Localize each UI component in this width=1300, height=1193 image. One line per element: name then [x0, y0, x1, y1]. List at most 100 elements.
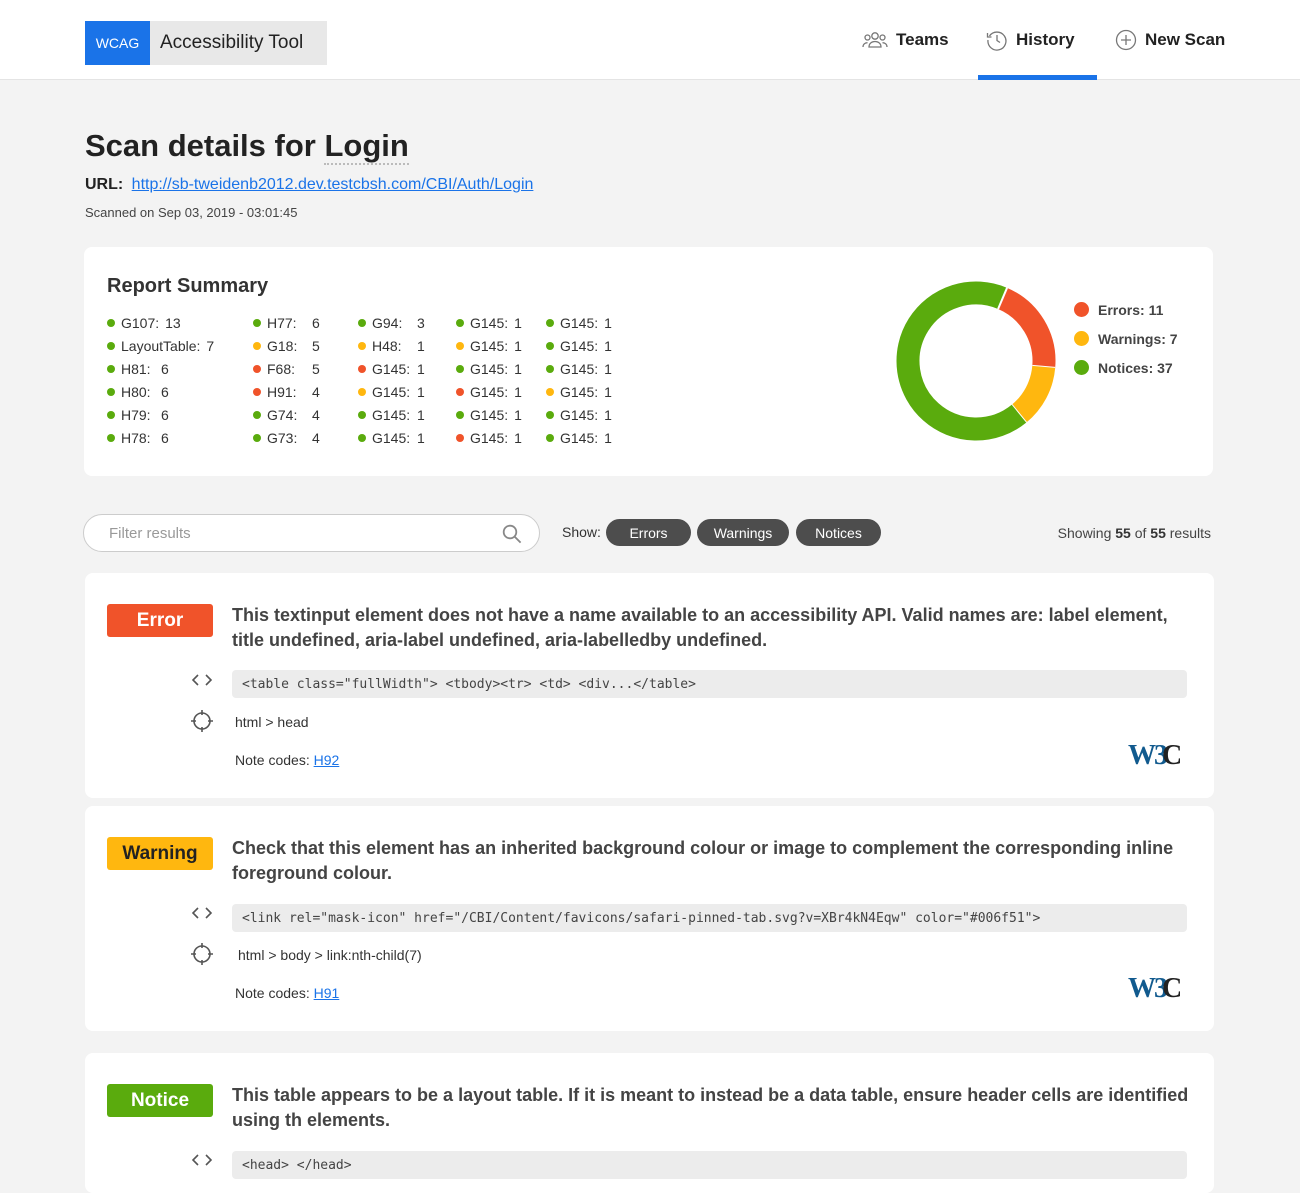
status-dot [546, 318, 554, 327]
summary-item: G145: 1 [546, 357, 612, 380]
issue-card: Notice This table appears to be a layout… [85, 1053, 1214, 1193]
status-dot [107, 341, 115, 350]
donut-legend: Errors: 11 Warnings: 7 Notices: 37 [1074, 295, 1178, 382]
filter-notices-pill[interactable]: Notices [796, 519, 881, 546]
code-snippet: <table class="fullWidth"> <tbody><tr> <t… [232, 670, 1187, 698]
status-dot [546, 410, 554, 419]
summary-count: 1 [417, 406, 425, 423]
summary-code: H79: [121, 406, 151, 423]
summary-item: G73: 4 [253, 426, 320, 449]
brand-name: Accessibility Tool [150, 21, 327, 65]
status-dot [253, 410, 261, 419]
scanned-url-link[interactable]: http://sb-tweidenb2012.dev.testcbsh.com/… [132, 176, 534, 193]
summary-count: 5 [312, 360, 320, 377]
summary-item: G145: 1 [358, 357, 425, 380]
status-dot [253, 433, 261, 442]
summary-count: 1 [514, 314, 522, 331]
status-dot [253, 387, 261, 396]
status-dot [107, 387, 115, 396]
code-icon [191, 907, 213, 919]
severity-badge-error: Error [107, 604, 213, 637]
note-codes: Note codes: H91 [235, 985, 339, 1001]
summary-column: G107: 13 LayoutTable: 7 H81: 6 H80: 6 H79: 6 H78: 6 [107, 311, 214, 449]
issue-card: Warning Check that this element has an i… [85, 806, 1214, 1031]
summary-count: 4 [312, 429, 320, 446]
legend-notices: Notices: 37 [1074, 353, 1178, 382]
note-codes: Note codes: H92 [235, 752, 339, 768]
summary-code: G73: [267, 429, 298, 446]
nav-teams[interactable]: Teams [862, 0, 949, 80]
summary-count: 6 [161, 383, 169, 400]
nav-history[interactable]: History [978, 0, 1097, 80]
url-label: URL: [85, 176, 124, 193]
summary-count: 1 [604, 337, 612, 354]
brand-logo[interactable]: WCAG Accessibility Tool [85, 21, 327, 65]
summary-item: G18: 5 [253, 334, 320, 357]
note-codes-label: Note codes: [235, 752, 310, 768]
filter-warnings-pill[interactable]: Warnings [697, 519, 789, 546]
summary-code: G145: [470, 406, 509, 423]
results-total: 55 [1150, 525, 1166, 541]
summary-item: F68: 5 [253, 357, 320, 380]
summary-donut-chart [896, 281, 1056, 441]
summary-count: 1 [417, 360, 425, 377]
summary-count: 1 [514, 383, 522, 400]
summary-column: H77: 6 G18: 5 F68: 5 H91: 4 G74: 4 G73: 4 [253, 311, 320, 449]
issue-message: Check that this element has an inherited… [232, 838, 1174, 883]
status-dot [107, 433, 115, 442]
summary-code: G145: [372, 360, 411, 377]
severity-badge-warning: Warning [107, 837, 213, 870]
note-code-link[interactable]: H91 [314, 985, 340, 1001]
summary-code: G145: [560, 314, 599, 331]
summary-item: G94: 3 [358, 311, 425, 334]
status-dot [456, 410, 464, 419]
filter-input[interactable] [107, 515, 487, 551]
summary-item: G145: 1 [358, 426, 425, 449]
nav-new-scan[interactable]: New Scan [1115, 0, 1225, 80]
status-dot [456, 318, 464, 327]
summary-code: G145: [470, 383, 509, 400]
issue-message: This textinput element does not have a n… [232, 605, 1168, 650]
summary-count: 4 [312, 383, 320, 400]
code-icon [191, 674, 213, 686]
summary-column: G94: 3 H48: 1 G145: 1 G145: 1 G145: 1 G145: 1 [358, 311, 425, 449]
summary-item: G145: 1 [456, 334, 522, 357]
status-dot [546, 364, 554, 373]
search-icon[interactable] [502, 524, 522, 544]
donut-slice-notice [896, 281, 1027, 441]
legend-errors-label: Errors: 11 [1098, 301, 1164, 318]
nav-new-scan-label: New Scan [1145, 30, 1226, 49]
summary-count: 1 [417, 429, 425, 446]
status-dot [456, 433, 464, 442]
note-code-link[interactable]: H92 [314, 752, 340, 768]
status-dot [107, 410, 115, 419]
summary-count: 6 [161, 360, 169, 377]
summary-code: LayoutTable: [121, 337, 201, 354]
status-dot [358, 387, 366, 396]
summary-count: 5 [312, 337, 320, 354]
summary-code: F68: [267, 360, 296, 377]
summary-count: 4 [312, 406, 320, 423]
code-icon [191, 1154, 213, 1166]
show-label: Show: [562, 524, 601, 540]
brand-badge: WCAG [85, 21, 150, 65]
top-navbar: WCAG Accessibility Tool Teams History Ne… [0, 0, 1300, 80]
summary-code: G107: [121, 314, 160, 331]
summary-code: G94: [372, 314, 403, 331]
svg-text:C: C [1162, 740, 1180, 769]
results-count: Showing 55 of 55 results [1058, 525, 1211, 541]
w3c-logo[interactable]: W3 C [1128, 972, 1180, 1002]
status-dot [358, 410, 366, 419]
results-of: of [1134, 525, 1147, 541]
filter-errors-pill[interactable]: Errors [606, 519, 691, 546]
status-dot [107, 364, 115, 373]
nav-teams-label: Teams [896, 30, 949, 49]
summary-item: G145: 1 [456, 403, 522, 426]
legend-dot-warnings [1074, 331, 1089, 346]
summary-count: 1 [514, 360, 522, 377]
summary-code: H80: [121, 383, 151, 400]
filter-box [83, 514, 540, 552]
w3c-logo[interactable]: W3 C [1128, 739, 1180, 769]
summary-item: H81: 6 [107, 357, 214, 380]
plus-circle-icon [1115, 29, 1137, 51]
